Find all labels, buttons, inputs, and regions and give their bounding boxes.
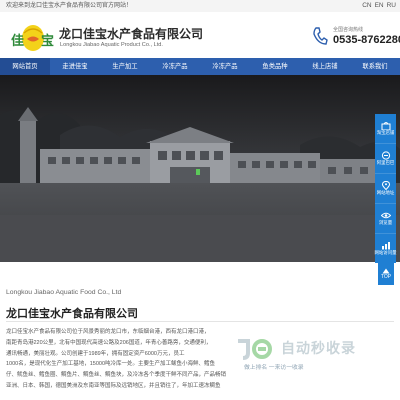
main-nav: 网站首页 走进佳宝 生产加工 冷冻产品 冷冻产品 鱼类品种 线上店铺 联系我们	[0, 58, 400, 75]
alibaba-icon	[381, 151, 390, 160]
about-title-cn: 龙口佳宝水产食品有限公司	[6, 308, 138, 320]
nav-home[interactable]: 网站首页	[0, 58, 50, 75]
side-label-visits: 网站访问量	[374, 250, 397, 255]
company-name-cn: 龙口佳宝水产食品有限公司	[59, 27, 204, 41]
side-label-taobao: 淘宝店铺	[376, 130, 395, 135]
watermark-text: 自动秒收录	[281, 340, 356, 356]
site-header: 佳 宝 龙口佳宝水产食品有限公司 Longkou Jiabao Aquatic …	[0, 12, 400, 58]
nav-production[interactable]: 生产加工	[100, 58, 150, 75]
lang-ru[interactable]: RU	[387, 1, 396, 10]
about-title-en: Longkou Jiabao Aquatic Food Co., Ltd	[6, 289, 122, 296]
hotline-label: 全国咨询热线	[333, 27, 364, 33]
back-to-top-label: TOP	[380, 274, 392, 280]
nav-frozen-products-1[interactable]: 冷冻产品	[150, 58, 200, 75]
svg-text:宝: 宝	[41, 33, 54, 49]
nav-fish-varieties[interactable]: 鱼类品种	[250, 58, 300, 75]
phone-icon	[312, 26, 328, 46]
hotline-number: 0535-8762280	[333, 34, 400, 46]
side-float-panel: 淘宝店铺 阿里巴巴 网站地址 浏览量 网站访问量	[375, 114, 396, 263]
welcome-text: 欢迎来到龙口佳宝水产食品有限公司官方网站！	[6, 3, 133, 9]
top-strip: 欢迎来到龙口佳宝水产食品有限公司官方网站！ CN EN RU	[0, 0, 400, 12]
company-name-en: Longkou Jiabao Aquatic Product Co., Ltd.	[60, 42, 163, 48]
company-logo[interactable]: 佳 宝	[10, 21, 56, 55]
back-to-top-button[interactable]: TOP	[378, 263, 394, 285]
side-label-address: 网站地址	[376, 190, 395, 195]
side-label-alibaba: 阿里巴巴	[376, 160, 395, 165]
side-label-views: 浏览量	[378, 220, 393, 225]
nav-online-store[interactable]: 线上店铺	[300, 58, 350, 75]
side-site-visits[interactable]: 网站访问量	[375, 234, 396, 263]
side-site-address[interactable]: 网站地址	[375, 174, 396, 204]
section-divider	[6, 321, 394, 322]
nav-about[interactable]: 走进佳宝	[50, 58, 100, 75]
eye-icon	[380, 212, 391, 219]
bag-icon	[381, 122, 390, 130]
side-alibaba[interactable]: 阿里巴巴	[375, 144, 396, 174]
watermark-subtext: 做上排名 一来访一收录	[244, 365, 304, 371]
hero-banner-image	[0, 75, 400, 262]
svg-text:佳: 佳	[11, 33, 24, 49]
lang-en[interactable]: EN	[375, 1, 384, 10]
nav-frozen-products-2[interactable]: 冷冻产品	[200, 58, 250, 75]
side-taobao-store[interactable]: 淘宝店铺	[375, 114, 396, 144]
location-icon	[381, 181, 390, 190]
intro-line: 仔、鱿鱼丝、鳕鱼圈、鲷鱼片、鲷鱼丝、鲷鱼块，及冷冻各个季度干鲜不同产品，产品畅销	[6, 372, 227, 379]
chart-icon	[381, 242, 390, 250]
intro-line: 亚洲、日本、韩国，德国美洲及东南亚等国际及远销地区，并且销往了，年加工速冻鲷鱼	[6, 382, 221, 389]
nav-contact[interactable]: 联系我们	[350, 58, 400, 75]
language-switcher: CN EN RU	[362, 1, 396, 10]
side-page-views[interactable]: 浏览量	[375, 204, 396, 234]
lang-cn[interactable]: CN	[362, 1, 371, 10]
